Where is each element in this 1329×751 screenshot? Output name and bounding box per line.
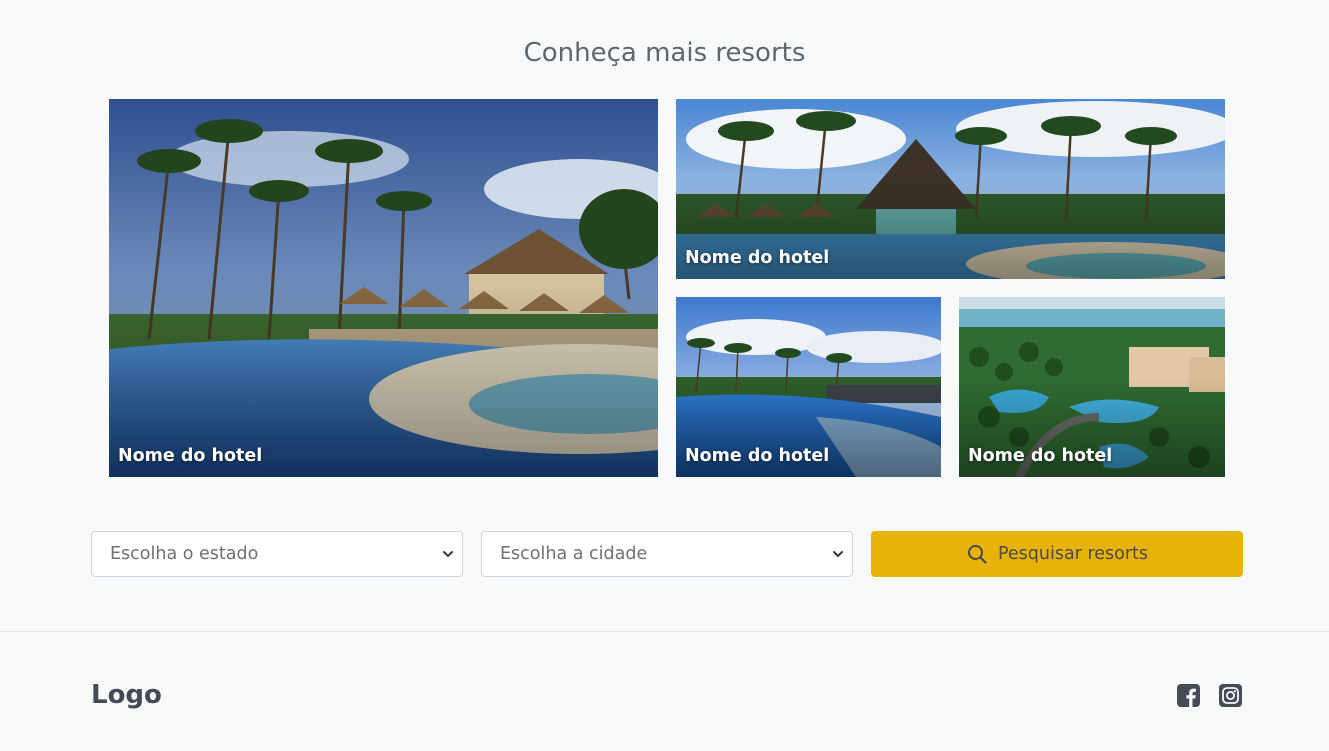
hotel-card-1[interactable]: Nome do hotel bbox=[109, 99, 658, 477]
hotel-card-3[interactable]: Nome do hotel bbox=[676, 297, 941, 477]
hotel-name: Nome do hotel bbox=[968, 446, 1113, 466]
hotel-card-4[interactable]: Nome do hotel bbox=[959, 297, 1225, 477]
search-button-label: Pesquisar resorts bbox=[997, 544, 1149, 564]
city-select-label: Escolha a cidade bbox=[500, 544, 648, 564]
hotel-name: Nome do hotel bbox=[118, 446, 263, 466]
page: Conheça mais resorts Nome do hotel Nome … bbox=[0, 0, 1329, 751]
chevron-down-icon bbox=[443, 551, 453, 557]
section-title: Conheça mais resorts bbox=[523, 38, 806, 68]
hotel-name: Nome do hotel bbox=[685, 248, 830, 268]
instagram-icon[interactable] bbox=[1218, 683, 1243, 708]
footer-logo[interactable]: Logo bbox=[91, 680, 162, 710]
facebook-icon[interactable] bbox=[1176, 683, 1201, 708]
hotel-card-2[interactable]: Nome do hotel bbox=[676, 99, 1225, 279]
search-icon bbox=[967, 545, 987, 564]
search-resorts-button[interactable]: Pesquisar resorts bbox=[871, 531, 1243, 577]
city-select[interactable]: Escolha a cidade bbox=[481, 531, 853, 577]
state-select-label: Escolha o estado bbox=[110, 544, 259, 564]
state-select[interactable]: Escolha o estado bbox=[91, 531, 463, 577]
hotel-name: Nome do hotel bbox=[685, 446, 830, 466]
chevron-down-icon bbox=[833, 551, 843, 557]
footer-divider bbox=[0, 631, 1329, 632]
